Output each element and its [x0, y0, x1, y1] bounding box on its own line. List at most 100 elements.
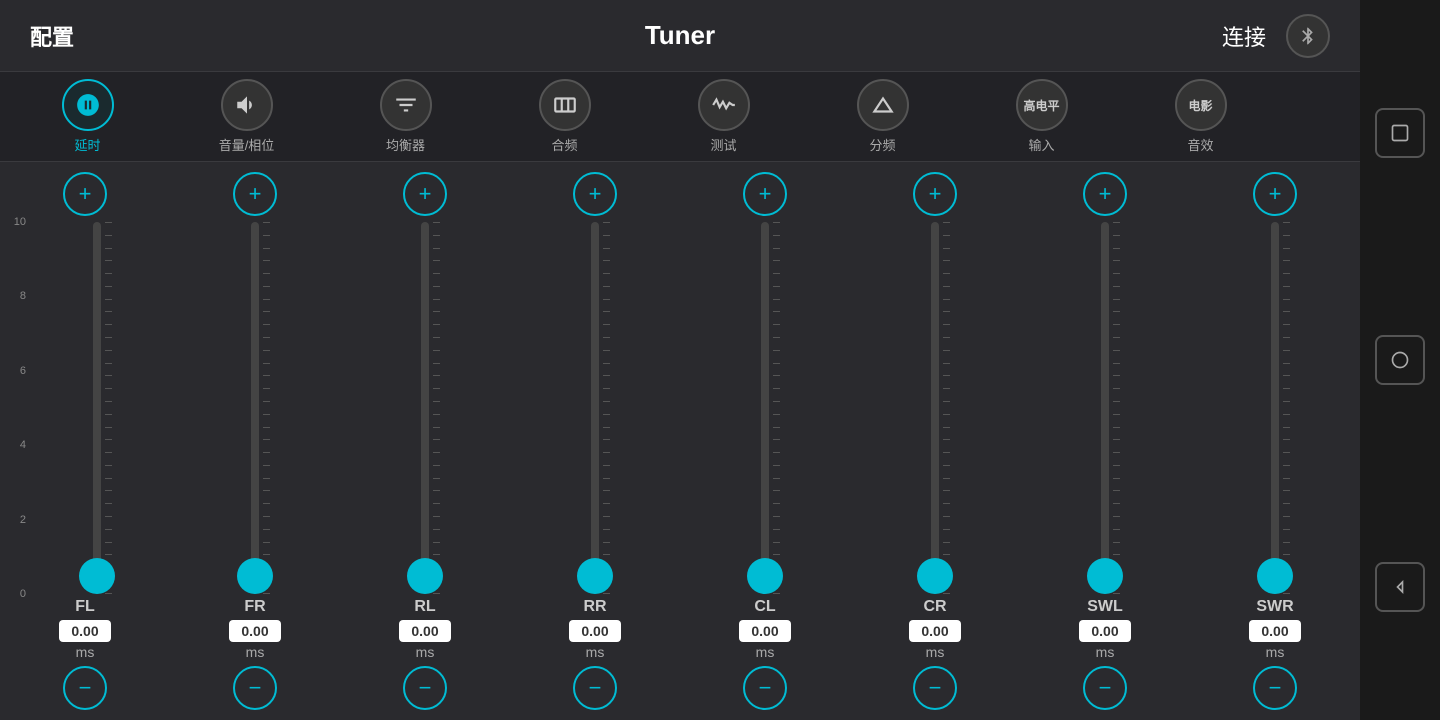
minus-btn-SWR[interactable]: − — [1253, 666, 1297, 710]
value-box-RR[interactable]: 0.00 — [569, 620, 621, 642]
tab-test[interactable]: 测试 — [646, 77, 801, 157]
tab-freq[interactable]: 分频 — [805, 77, 960, 157]
config-button[interactable]: 配置 — [30, 20, 230, 52]
ms-label-RL: ms — [416, 644, 435, 660]
value-box-SWL[interactable]: 0.00 — [1079, 620, 1131, 642]
ms-label-CL: ms — [756, 644, 775, 660]
slider-thumb-SWR[interactable] — [1257, 558, 1293, 594]
value-box-SWR[interactable]: 0.00 — [1249, 620, 1301, 642]
plus-btn-RR[interactable]: + — [573, 172, 617, 216]
tab-eq[interactable]: 均衡器 — [328, 77, 483, 157]
channel-col-SWL: + SWL 0.00 ms − — [1020, 172, 1190, 710]
value-box-FR[interactable]: 0.00 — [229, 620, 281, 642]
channel-label-SWL: SWL — [1087, 598, 1123, 616]
track-FR[interactable] — [251, 222, 259, 594]
value-box-RL[interactable]: 0.00 — [399, 620, 451, 642]
slider-thumb-CL[interactable] — [747, 558, 783, 594]
minus-btn-RR[interactable]: − — [573, 666, 617, 710]
sliders-area: +1086420FL0.00ms−+FR0.00ms−+RL0.00ms−+RR… — [0, 162, 1360, 720]
android-sidebar — [1360, 0, 1440, 720]
track-CR[interactable] — [931, 222, 939, 594]
plus-btn-SWL[interactable]: + — [1083, 172, 1127, 216]
track-SWL[interactable] — [1101, 222, 1109, 594]
tab-volume[interactable]: 音量/相位 — [169, 77, 324, 157]
android-home-btn[interactable] — [1375, 335, 1425, 385]
scale-mark-0: 0 — [20, 588, 26, 600]
channel-col-RR: + RR 0.00 ms − — [510, 172, 680, 710]
scale-mark-2: 2 — [20, 514, 26, 526]
android-square-btn[interactable] — [1375, 108, 1425, 158]
main-area: 配置 Tuner 连接 延时 — [0, 0, 1360, 720]
scale-mark-4: 4 — [20, 439, 26, 451]
channel-label-CR: CR — [923, 598, 946, 616]
tab-delay[interactable]: 延时 — [10, 77, 165, 157]
channel-col-CL: + CL 0.00 ms − — [680, 172, 850, 710]
plus-btn-CR[interactable]: + — [913, 172, 957, 216]
slider-thumb-SWL[interactable] — [1087, 558, 1123, 594]
track-SWR[interactable] — [1271, 222, 1279, 594]
header: 配置 Tuner 连接 — [0, 0, 1360, 72]
connect-button[interactable]: 连接 — [1222, 20, 1266, 52]
minus-btn-FL[interactable]: − — [63, 666, 107, 710]
scale-mark-8: 8 — [20, 290, 26, 302]
value-box-CL[interactable]: 0.00 — [739, 620, 791, 642]
tab-crossover[interactable]: 合频 — [487, 77, 642, 157]
minus-btn-FR[interactable]: − — [233, 666, 277, 710]
test-icon — [698, 79, 750, 131]
plus-btn-SWR[interactable]: + — [1253, 172, 1297, 216]
tab-crossover-label: 合频 — [551, 135, 577, 154]
track-FL[interactable] — [93, 222, 101, 594]
minus-btn-CL[interactable]: − — [743, 666, 787, 710]
android-back-btn[interactable] — [1375, 562, 1425, 612]
channel-label-RR: RR — [583, 598, 606, 616]
eq-icon — [380, 79, 432, 131]
page-title: Tuner — [645, 20, 715, 51]
tab-effects[interactable]: 电影 音效 — [1123, 77, 1278, 157]
channel-label-SWR: SWR — [1256, 598, 1293, 616]
slider-thumb-FR[interactable] — [237, 558, 273, 594]
minus-btn-CR[interactable]: − — [913, 666, 957, 710]
tab-effects-label: 音效 — [1187, 135, 1213, 154]
tab-delay-label: 延时 — [74, 135, 100, 154]
channel-label-RL: RL — [414, 598, 435, 616]
freq-icon — [857, 79, 909, 131]
minus-btn-SWL[interactable]: − — [1083, 666, 1127, 710]
channel-col-SWR: +SWR0.00ms− — [1190, 172, 1360, 710]
delay-icon — [62, 79, 114, 131]
channel-col-FR: + FR 0.00 ms − — [170, 172, 340, 710]
channel-col-CR: + CR 0.00 ms − — [850, 172, 1020, 710]
plus-btn-FL[interactable]: + — [63, 172, 107, 216]
tab-input-label: 输入 — [1028, 135, 1054, 154]
channel-label-FL: FL — [75, 598, 95, 616]
slider-thumb-RL[interactable] — [407, 558, 443, 594]
slider-thumb-RR[interactable] — [577, 558, 613, 594]
ms-label-RR: ms — [586, 644, 605, 660]
effects-icon: 电影 — [1175, 79, 1227, 131]
channel-label-FR: FR — [244, 598, 265, 616]
header-right: 连接 — [1130, 14, 1330, 58]
crossover-icon — [539, 79, 591, 131]
slider-thumb-FL[interactable] — [79, 558, 115, 594]
value-box-FL[interactable]: 0.00 — [59, 620, 111, 642]
tab-eq-label: 均衡器 — [386, 135, 425, 154]
scale-mark-10: 10 — [14, 216, 26, 228]
minus-btn-RL[interactable]: − — [403, 666, 447, 710]
plus-btn-CL[interactable]: + — [743, 172, 787, 216]
bluetooth-icon[interactable] — [1286, 14, 1330, 58]
channel-label-CL: CL — [754, 598, 775, 616]
track-CL[interactable] — [761, 222, 769, 594]
slider-thumb-CR[interactable] — [917, 558, 953, 594]
ms-label-FR: ms — [246, 644, 265, 660]
track-RL[interactable] — [421, 222, 429, 594]
track-RR[interactable] — [591, 222, 599, 594]
ms-label-CR: ms — [926, 644, 945, 660]
channel-col-FL: +1086420FL0.00ms− — [0, 172, 170, 710]
nav-tabs: 延时 音量/相位 均衡器 — [0, 72, 1360, 162]
plus-btn-FR[interactable]: + — [233, 172, 277, 216]
tab-freq-label: 分频 — [869, 135, 895, 154]
ms-label-SWL: ms — [1096, 644, 1115, 660]
channel-col-RL: + RL 0.00 ms − — [340, 172, 510, 710]
plus-btn-RL[interactable]: + — [403, 172, 447, 216]
tab-input[interactable]: 高电平 输入 — [964, 77, 1119, 157]
value-box-CR[interactable]: 0.00 — [909, 620, 961, 642]
